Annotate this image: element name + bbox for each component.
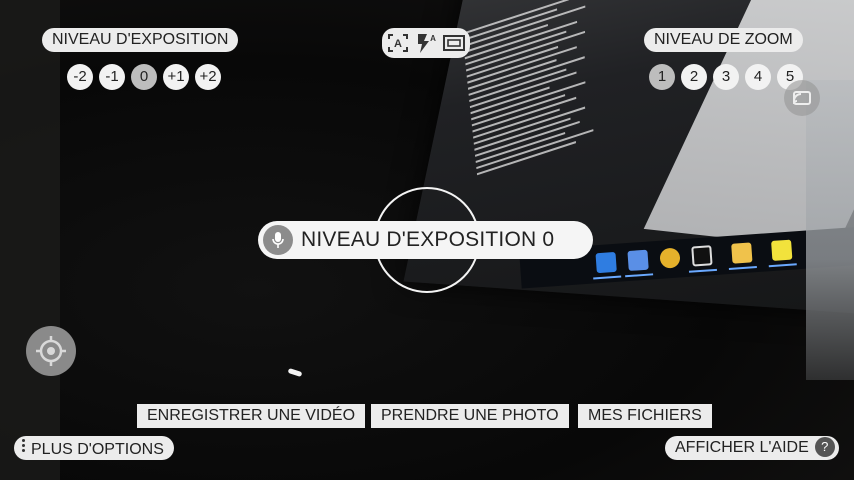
auto-mode-icon[interactable]: A: [386, 32, 410, 54]
more-options-button[interactable]: PLUS D'OPTIONS: [14, 436, 174, 460]
take-photo-button[interactable]: PRENDRE UNE PHOTO: [371, 404, 569, 428]
zoom-level-3[interactable]: 3: [713, 64, 739, 90]
help-icon: ?: [814, 437, 835, 457]
zoom-level-2[interactable]: 2: [681, 64, 707, 90]
zoom-title: NIVEAU DE ZOOM: [644, 28, 803, 52]
more-vert-icon: [22, 436, 25, 460]
show-help-label: AFFICHER L'AIDE: [675, 439, 809, 456]
tap-to-focus-button[interactable]: [26, 326, 76, 376]
svg-text:A: A: [430, 34, 436, 43]
exposure-level-0[interactable]: 0: [131, 64, 157, 90]
my-files-button[interactable]: MES FICHIERS: [578, 404, 712, 428]
zoom-level-4[interactable]: 4: [745, 64, 771, 90]
cast-icon: [793, 91, 811, 105]
show-help-button[interactable]: AFFICHER L'AIDE?: [665, 436, 839, 460]
crosshair-icon: [36, 336, 66, 366]
exposure-title: NIVEAU D'EXPOSITION: [42, 28, 239, 52]
zoom-level-1[interactable]: 1: [649, 64, 675, 90]
record-video-button[interactable]: ENREGISTRER UNE VIDÉO: [137, 404, 366, 428]
aspect-ratio-icon[interactable]: [442, 32, 466, 54]
exposure-toast: NIVEAU D'EXPOSITION 0: [258, 221, 593, 259]
toast-text: NIVEAU D'EXPOSITION 0: [301, 228, 555, 251]
exposure-level-plus1[interactable]: +1: [163, 64, 189, 90]
svg-text:A: A: [394, 38, 402, 50]
exposure-level-plus2[interactable]: +2: [195, 64, 221, 90]
exposure-level-minus1[interactable]: -1: [99, 64, 125, 90]
switch-camera-button[interactable]: [784, 80, 820, 116]
flash-auto-icon[interactable]: A: [414, 32, 438, 54]
exposure-level-minus2[interactable]: -2: [67, 64, 93, 90]
more-options-label: PLUS D'OPTIONS: [31, 441, 164, 458]
camera-mode-bar: A A: [382, 28, 470, 58]
microphone-icon: [263, 225, 293, 255]
